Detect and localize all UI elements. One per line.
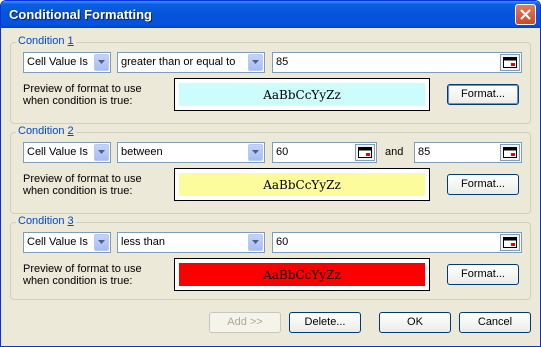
and-label: and: [385, 146, 404, 158]
condition-1-preview-label: Preview of format to use when condition i…: [23, 83, 142, 107]
condition-1-type-select[interactable]: Cell Value Is: [23, 52, 111, 73]
condition-1-value-field[interactable]: 85: [272, 52, 522, 73]
dialog-title: Conditional Formatting: [9, 7, 152, 22]
condition-2-group: Condition 2 Cell Value Is between 60 and…: [10, 125, 531, 214]
add-button[interactable]: Add >>: [209, 312, 281, 333]
collapse-dialog-icon[interactable]: [500, 144, 520, 161]
condition-3-preview-sample: AaBbCcYyZz: [179, 263, 425, 286]
condition-2-preview: AaBbCcYyZz: [174, 168, 430, 201]
chevron-down-icon[interactable]: [248, 54, 263, 71]
close-icon: [520, 9, 531, 20]
ok-button[interactable]: OK: [379, 312, 451, 333]
condition-3-group: Condition 3 Cell Value Is less than 60 P…: [10, 215, 531, 300]
condition-1-preview: AaBbCcYyZz: [174, 78, 430, 111]
chevron-down-icon[interactable]: [248, 144, 263, 161]
condition-3-preview: AaBbCcYyZz: [174, 258, 430, 291]
chevron-down-icon[interactable]: [248, 234, 263, 251]
condition-1-format-button[interactable]: Format...: [447, 84, 519, 105]
condition-3-preview-label: Preview of format to use when condition i…: [23, 263, 142, 287]
chevron-down-icon[interactable]: [94, 54, 109, 71]
condition-2-operator-select[interactable]: between: [117, 142, 265, 163]
collapse-dialog-icon[interactable]: [500, 54, 520, 71]
condition-3-format-button[interactable]: Format...: [447, 264, 519, 285]
condition-3-type-select[interactable]: Cell Value Is: [23, 232, 111, 253]
close-button[interactable]: [515, 4, 536, 25]
chevron-down-icon[interactable]: [94, 144, 109, 161]
condition-2-value2-field[interactable]: 85: [414, 142, 522, 163]
condition-2-type-select[interactable]: Cell Value Is: [23, 142, 111, 163]
collapse-dialog-icon[interactable]: [500, 234, 520, 251]
chevron-down-icon[interactable]: [94, 234, 109, 251]
condition-3-operator-select[interactable]: less than: [117, 232, 265, 253]
condition-1-group: Condition 1 Cell Value Is greater than o…: [10, 35, 531, 124]
condition-2-preview-label: Preview of format to use when condition i…: [23, 173, 142, 197]
condition-1-preview-sample: AaBbCcYyZz: [179, 83, 425, 106]
condition-1-operator-select[interactable]: greater than or equal to: [117, 52, 265, 73]
condition-3-value-field[interactable]: 60: [272, 232, 522, 253]
conditional-formatting-dialog: Conditional Formatting Condition 1 Cell …: [0, 0, 541, 347]
delete-button[interactable]: Delete...: [289, 312, 361, 333]
condition-2-format-button[interactable]: Format...: [447, 174, 519, 195]
condition-2-heading: Condition 2: [16, 125, 76, 137]
cancel-button[interactable]: Cancel: [459, 312, 531, 333]
condition-2-value1-field[interactable]: 60: [272, 142, 377, 163]
collapse-dialog-icon[interactable]: [355, 144, 375, 161]
condition-1-heading: Condition 1: [16, 35, 76, 47]
title-bar[interactable]: Conditional Formatting: [1, 1, 540, 28]
condition-3-heading: Condition 3: [16, 215, 76, 227]
condition-2-preview-sample: AaBbCcYyZz: [179, 173, 425, 196]
